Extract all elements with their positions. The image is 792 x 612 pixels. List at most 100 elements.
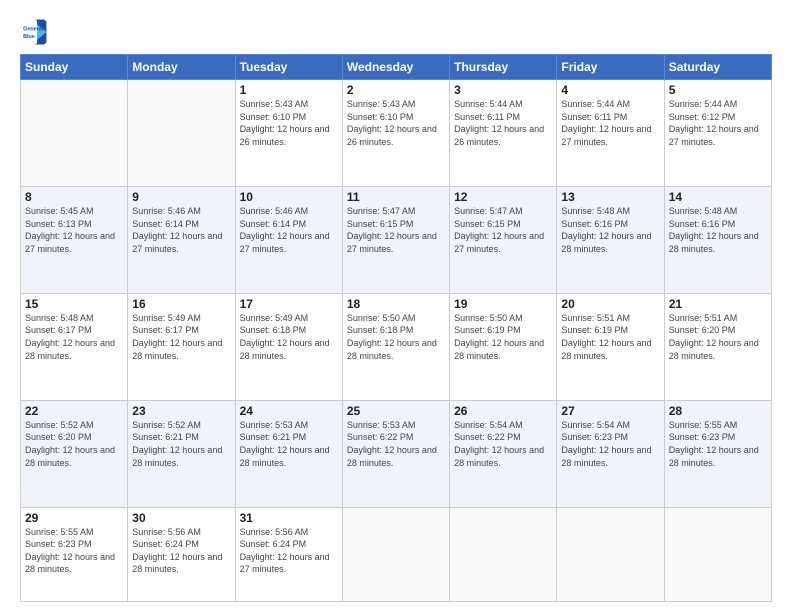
day-cell-12: 12Sunrise: 5:47 AMSunset: 6:15 PMDayligh… <box>450 186 557 293</box>
day-info: Sunrise: 5:53 AMSunset: 6:22 PMDaylight:… <box>347 419 445 469</box>
day-cell-26: 26Sunrise: 5:54 AMSunset: 6:22 PMDayligh… <box>450 400 557 507</box>
day-number: 8 <box>25 190 123 204</box>
empty-cell <box>450 507 557 601</box>
day-number: 22 <box>25 404 123 418</box>
day-number: 13 <box>561 190 659 204</box>
day-cell-14: 14Sunrise: 5:48 AMSunset: 6:16 PMDayligh… <box>664 186 771 293</box>
day-info: Sunrise: 5:51 AMSunset: 6:20 PMDaylight:… <box>669 312 767 362</box>
day-info: Sunrise: 5:52 AMSunset: 6:21 PMDaylight:… <box>132 419 230 469</box>
day-number: 16 <box>132 297 230 311</box>
day-info: Sunrise: 5:49 AMSunset: 6:17 PMDaylight:… <box>132 312 230 362</box>
day-info: Sunrise: 5:53 AMSunset: 6:21 PMDaylight:… <box>240 419 338 469</box>
empty-cell <box>128 80 235 187</box>
day-number: 14 <box>669 190 767 204</box>
empty-cell <box>664 507 771 601</box>
day-info: Sunrise: 5:48 AMSunset: 6:16 PMDaylight:… <box>561 205 659 255</box>
col-header-tuesday: Tuesday <box>235 55 342 80</box>
day-cell-29: 29Sunrise: 5:55 AMSunset: 6:23 PMDayligh… <box>21 507 128 601</box>
day-info: Sunrise: 5:56 AMSunset: 6:24 PMDaylight:… <box>240 526 338 576</box>
calendar-table: SundayMondayTuesdayWednesdayThursdayFrid… <box>20 54 772 602</box>
day-cell-9: 9Sunrise: 5:46 AMSunset: 6:14 PMDaylight… <box>128 186 235 293</box>
day-number: 15 <box>25 297 123 311</box>
logo: General Blue <box>20 18 48 46</box>
day-info: Sunrise: 5:45 AMSunset: 6:13 PMDaylight:… <box>25 205 123 255</box>
day-cell-20: 20Sunrise: 5:51 AMSunset: 6:19 PMDayligh… <box>557 293 664 400</box>
day-cell-24: 24Sunrise: 5:53 AMSunset: 6:21 PMDayligh… <box>235 400 342 507</box>
day-cell-31: 31Sunrise: 5:56 AMSunset: 6:24 PMDayligh… <box>235 507 342 601</box>
day-cell-4: 4Sunrise: 5:44 AMSunset: 6:11 PMDaylight… <box>557 80 664 187</box>
day-number: 27 <box>561 404 659 418</box>
col-header-friday: Friday <box>557 55 664 80</box>
day-info: Sunrise: 5:48 AMSunset: 6:17 PMDaylight:… <box>25 312 123 362</box>
day-number: 25 <box>347 404 445 418</box>
day-number: 21 <box>669 297 767 311</box>
day-info: Sunrise: 5:49 AMSunset: 6:18 PMDaylight:… <box>240 312 338 362</box>
day-cell-10: 10Sunrise: 5:46 AMSunset: 6:14 PMDayligh… <box>235 186 342 293</box>
day-number: 28 <box>669 404 767 418</box>
day-info: Sunrise: 5:54 AMSunset: 6:23 PMDaylight:… <box>561 419 659 469</box>
day-number: 9 <box>132 190 230 204</box>
day-cell-25: 25Sunrise: 5:53 AMSunset: 6:22 PMDayligh… <box>342 400 449 507</box>
day-cell-30: 30Sunrise: 5:56 AMSunset: 6:24 PMDayligh… <box>128 507 235 601</box>
day-number: 4 <box>561 83 659 97</box>
day-info: Sunrise: 5:46 AMSunset: 6:14 PMDaylight:… <box>132 205 230 255</box>
day-number: 20 <box>561 297 659 311</box>
day-number: 11 <box>347 190 445 204</box>
col-header-sunday: Sunday <box>21 55 128 80</box>
day-number: 3 <box>454 83 552 97</box>
day-info: Sunrise: 5:55 AMSunset: 6:23 PMDaylight:… <box>669 419 767 469</box>
day-number: 24 <box>240 404 338 418</box>
day-info: Sunrise: 5:47 AMSunset: 6:15 PMDaylight:… <box>454 205 552 255</box>
day-number: 10 <box>240 190 338 204</box>
day-cell-8: 8Sunrise: 5:45 AMSunset: 6:13 PMDaylight… <box>21 186 128 293</box>
calendar-row-3: 22Sunrise: 5:52 AMSunset: 6:20 PMDayligh… <box>21 400 772 507</box>
col-header-saturday: Saturday <box>664 55 771 80</box>
day-info: Sunrise: 5:44 AMSunset: 6:11 PMDaylight:… <box>561 98 659 148</box>
calendar-header-row: SundayMondayTuesdayWednesdayThursdayFrid… <box>21 55 772 80</box>
empty-cell <box>21 80 128 187</box>
col-header-wednesday: Wednesday <box>342 55 449 80</box>
day-cell-1: 1Sunrise: 5:43 AMSunset: 6:10 PMDaylight… <box>235 80 342 187</box>
day-number: 17 <box>240 297 338 311</box>
day-cell-13: 13Sunrise: 5:48 AMSunset: 6:16 PMDayligh… <box>557 186 664 293</box>
day-cell-22: 22Sunrise: 5:52 AMSunset: 6:20 PMDayligh… <box>21 400 128 507</box>
day-cell-21: 21Sunrise: 5:51 AMSunset: 6:20 PMDayligh… <box>664 293 771 400</box>
day-cell-11: 11Sunrise: 5:47 AMSunset: 6:15 PMDayligh… <box>342 186 449 293</box>
day-number: 2 <box>347 83 445 97</box>
calendar-row-2: 15Sunrise: 5:48 AMSunset: 6:17 PMDayligh… <box>21 293 772 400</box>
day-cell-16: 16Sunrise: 5:49 AMSunset: 6:17 PMDayligh… <box>128 293 235 400</box>
empty-cell <box>342 507 449 601</box>
col-header-monday: Monday <box>128 55 235 80</box>
day-number: 23 <box>132 404 230 418</box>
day-number: 19 <box>454 297 552 311</box>
col-header-thursday: Thursday <box>450 55 557 80</box>
calendar-row-4: 29Sunrise: 5:55 AMSunset: 6:23 PMDayligh… <box>21 507 772 601</box>
day-info: Sunrise: 5:50 AMSunset: 6:18 PMDaylight:… <box>347 312 445 362</box>
page: General Blue SundayMondayTuesdayWednesda… <box>0 0 792 612</box>
day-info: Sunrise: 5:44 AMSunset: 6:12 PMDaylight:… <box>669 98 767 148</box>
day-cell-2: 2Sunrise: 5:43 AMSunset: 6:10 PMDaylight… <box>342 80 449 187</box>
day-cell-28: 28Sunrise: 5:55 AMSunset: 6:23 PMDayligh… <box>664 400 771 507</box>
day-info: Sunrise: 5:43 AMSunset: 6:10 PMDaylight:… <box>240 98 338 148</box>
day-cell-27: 27Sunrise: 5:54 AMSunset: 6:23 PMDayligh… <box>557 400 664 507</box>
day-info: Sunrise: 5:44 AMSunset: 6:11 PMDaylight:… <box>454 98 552 148</box>
svg-text:Blue: Blue <box>23 34 35 40</box>
day-cell-23: 23Sunrise: 5:52 AMSunset: 6:21 PMDayligh… <box>128 400 235 507</box>
day-number: 12 <box>454 190 552 204</box>
day-number: 31 <box>240 511 338 525</box>
day-info: Sunrise: 5:46 AMSunset: 6:14 PMDaylight:… <box>240 205 338 255</box>
logo-icon: General Blue <box>20 18 48 46</box>
day-info: Sunrise: 5:54 AMSunset: 6:22 PMDaylight:… <box>454 419 552 469</box>
day-info: Sunrise: 5:43 AMSunset: 6:10 PMDaylight:… <box>347 98 445 148</box>
day-cell-5: 5Sunrise: 5:44 AMSunset: 6:12 PMDaylight… <box>664 80 771 187</box>
calendar-row-0: 1Sunrise: 5:43 AMSunset: 6:10 PMDaylight… <box>21 80 772 187</box>
day-cell-3: 3Sunrise: 5:44 AMSunset: 6:11 PMDaylight… <box>450 80 557 187</box>
empty-cell <box>557 507 664 601</box>
header: General Blue <box>20 18 772 46</box>
day-info: Sunrise: 5:52 AMSunset: 6:20 PMDaylight:… <box>25 419 123 469</box>
day-number: 1 <box>240 83 338 97</box>
day-number: 29 <box>25 511 123 525</box>
day-info: Sunrise: 5:50 AMSunset: 6:19 PMDaylight:… <box>454 312 552 362</box>
day-info: Sunrise: 5:47 AMSunset: 6:15 PMDaylight:… <box>347 205 445 255</box>
day-cell-18: 18Sunrise: 5:50 AMSunset: 6:18 PMDayligh… <box>342 293 449 400</box>
